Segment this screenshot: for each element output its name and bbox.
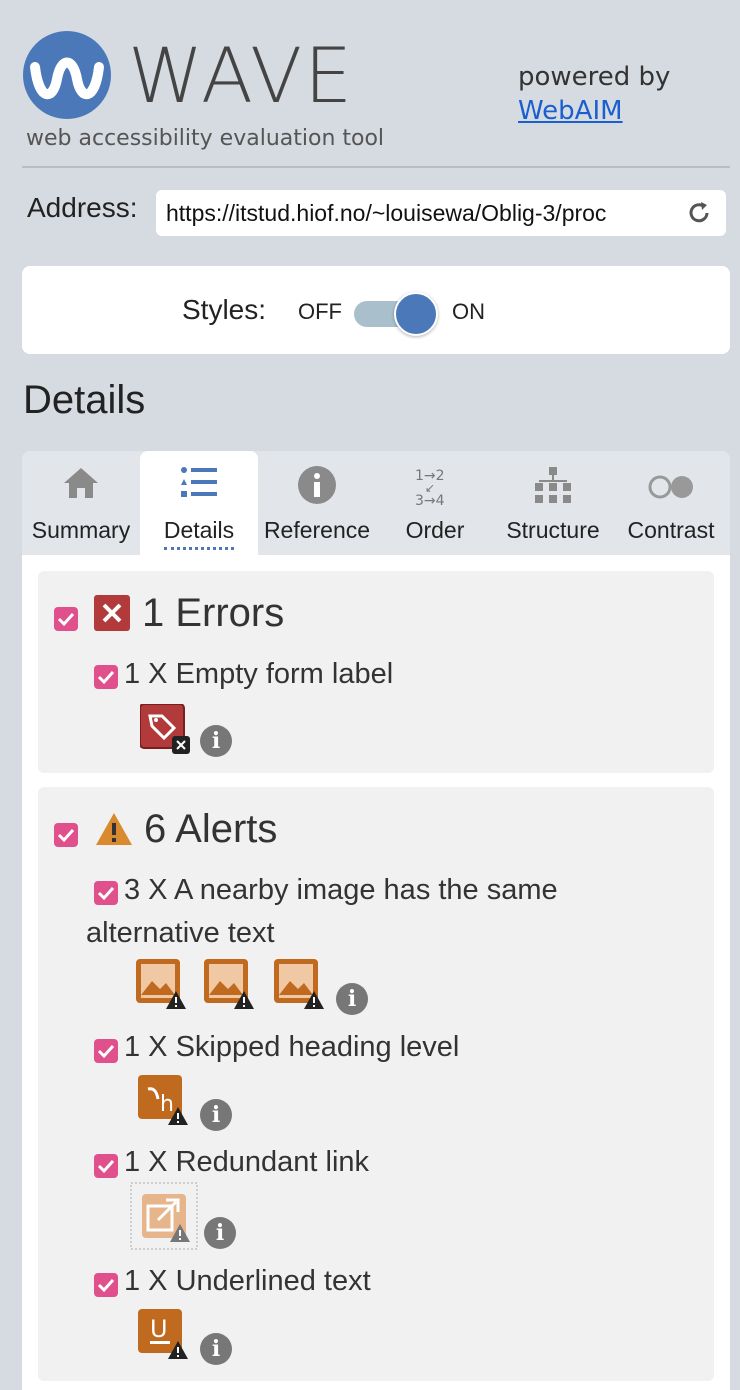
order-icon: 1→2 ↙ 3→4 — [415, 468, 445, 509]
home-icon — [64, 468, 98, 498]
tab-details-label: Details — [140, 517, 258, 550]
svg-text:h: h — [160, 1092, 174, 1117]
header: WAVE web accessibility evaluation tool p… — [0, 0, 740, 168]
image-alert-icon[interactable] — [204, 959, 256, 1011]
alert-item-label[interactable]: 1 X Redundant link — [124, 1141, 369, 1184]
address-label: Address: — [27, 192, 138, 223]
tab-reference-label: Reference — [263, 517, 371, 543]
header-divider — [22, 166, 730, 168]
image-alert-icon[interactable] — [274, 959, 326, 1011]
empty-label-error-icon[interactable] — [140, 704, 190, 754]
tab-contrast-label: Contrast — [627, 517, 715, 543]
alerts-title: 6 Alerts — [144, 807, 278, 851]
underline-alert-icon[interactable]: U — [138, 1309, 190, 1361]
tab-order[interactable]: 1→2 ↙ 3→4 Order — [376, 451, 494, 555]
alerts-group: 6 Alerts 3 X A nearby image has the same… — [38, 787, 714, 1381]
error-icon — [94, 595, 130, 631]
contrast-icon — [648, 475, 693, 499]
styles-toggle-knob[interactable] — [394, 292, 438, 336]
powered-by: powered by WebAIM — [518, 60, 670, 128]
alert-item-checkbox[interactable] — [94, 1273, 118, 1297]
wave-logo-icon[interactable] — [23, 31, 111, 119]
error-item-checkbox[interactable] — [94, 665, 118, 689]
errors-title: 1 Errors — [142, 591, 285, 635]
alert-item-label[interactable]: 1 X Skipped heading level — [124, 1026, 459, 1069]
alert-icon — [96, 813, 132, 845]
styles-card: Styles: OFF ON — [22, 266, 730, 354]
tagline: web accessibility evaluation tool — [26, 126, 385, 151]
alert-info-icon[interactable]: i — [336, 983, 368, 1015]
alert-info-icon[interactable]: i — [200, 1099, 232, 1131]
list-icon — [181, 467, 217, 497]
details-panel: 1 Errors 1 X Empty form label i 6 Alerts — [22, 555, 730, 1390]
details-heading: Details — [23, 378, 146, 422]
tab-structure-label: Structure — [506, 517, 600, 543]
alerts-checkbox[interactable] — [54, 823, 78, 847]
styles-label: Styles: — [182, 294, 267, 325]
structure-icon — [535, 467, 571, 503]
error-info-icon[interactable]: i — [200, 725, 232, 757]
tab-order-label: Order — [405, 517, 465, 543]
address-box — [156, 190, 726, 236]
errors-group: 1 Errors 1 X Empty form label i — [38, 571, 714, 773]
styles-off-label: OFF — [298, 299, 342, 324]
info-icon — [298, 466, 336, 504]
tab-summary-label: Summary — [31, 517, 131, 543]
svg-text:U: U — [150, 1315, 168, 1343]
image-alert-icon[interactable] — [136, 959, 188, 1011]
error-item-label[interactable]: 1 X Empty form label — [124, 653, 393, 696]
errors-checkbox[interactable] — [54, 607, 78, 631]
styles-on-label: ON — [452, 299, 485, 324]
alert-item-label[interactable]: 3 X A nearby image has the same alternat… — [86, 869, 686, 955]
reload-icon[interactable] — [684, 198, 714, 228]
webaim-link[interactable]: WebAIM — [518, 96, 623, 126]
tab-contrast[interactable]: Contrast — [612, 451, 730, 555]
tab-details[interactable]: Details — [140, 451, 258, 555]
tab-reference[interactable]: Reference — [258, 451, 376, 555]
powered-by-text: powered by — [518, 62, 671, 92]
wave-title: WAVE — [128, 31, 355, 120]
alert-item-checkbox[interactable] — [94, 1154, 118, 1178]
svg-text:3→4: 3→4 — [415, 493, 445, 509]
tab-structure[interactable]: Structure — [494, 451, 612, 555]
address-input[interactable] — [166, 190, 671, 236]
alert-item-label[interactable]: 1 X Underlined text — [124, 1260, 371, 1303]
tab-summary[interactable]: Summary — [22, 451, 140, 555]
alert-info-icon[interactable]: i — [200, 1333, 232, 1365]
redundant-link-icon[interactable] — [130, 1182, 200, 1250]
alert-item-checkbox[interactable] — [94, 1039, 118, 1063]
heading-alert-icon[interactable]: h — [138, 1075, 190, 1127]
tab-bar: Summary Details Reference 1→2 ↙ 3→4 Orde… — [22, 451, 730, 555]
alert-info-icon[interactable]: i — [204, 1217, 236, 1249]
